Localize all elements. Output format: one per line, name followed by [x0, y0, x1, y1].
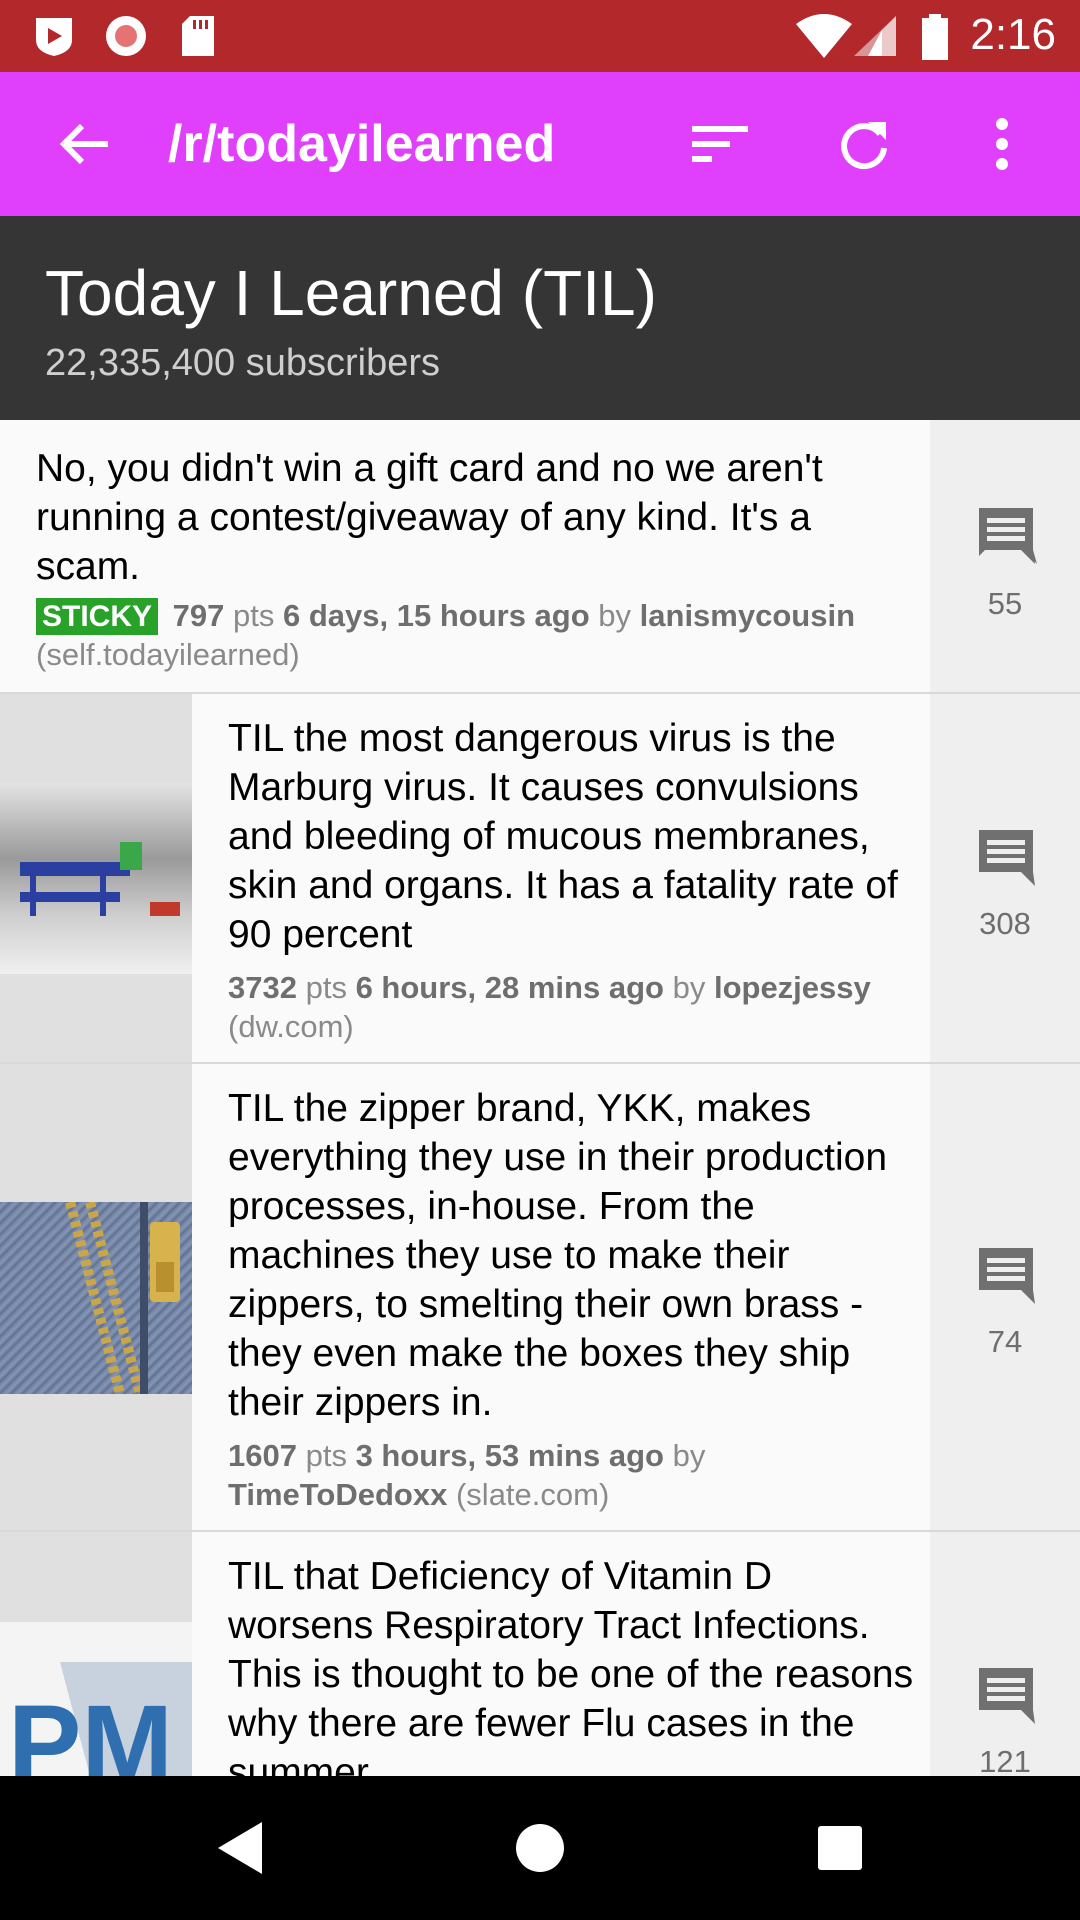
wifi-icon [796, 14, 852, 58]
post-title: TIL the zipper brand, YKK, makes everyth… [228, 1087, 888, 1424]
post-item[interactable]: TIL the most dangerous virus is the Marb… [0, 694, 1080, 1064]
post-domain: (self.todayilearned) [36, 637, 300, 672]
lab-equipment-image [20, 842, 180, 916]
overflow-menu-icon [996, 118, 1008, 170]
subreddit-header: Today I Learned (TIL) 22,335,400 subscri… [0, 216, 1080, 420]
battery-icon [922, 14, 948, 60]
comments-button[interactable]: 55 [930, 420, 1080, 692]
post-meta: 3732 pts 6 hours, 28 mins ago by lopezje… [228, 968, 918, 1046]
play-shield-icon [36, 18, 72, 56]
post-author[interactable]: TimeToDedoxx [228, 1477, 447, 1512]
comment-count: 121 [979, 1744, 1031, 1776]
post-points: 797 [172, 598, 225, 633]
post-points: 3732 [228, 970, 297, 1005]
post-author[interactable]: lopezjessy [714, 970, 871, 1005]
post-points: 1607 [228, 1438, 297, 1473]
sticky-badge: STICKY [36, 598, 159, 635]
thumbnail-column [0, 1064, 192, 1530]
post-title: No, you didn't win a gift card and no we… [36, 447, 823, 588]
pts-label: pts [233, 598, 275, 633]
by-label: by [598, 598, 632, 633]
pts-label: pts [305, 970, 347, 1005]
post-thumbnail[interactable] [0, 782, 192, 974]
nav-recents-button[interactable] [804, 1812, 876, 1884]
refresh-icon [841, 122, 887, 170]
subreddit-name: Today I Learned (TIL) [45, 257, 657, 329]
comment-icon [979, 1248, 1035, 1304]
post-domain: (dw.com) [228, 1009, 354, 1044]
home-circle-icon [516, 1824, 564, 1872]
nav-back-button[interactable] [204, 1812, 276, 1884]
comments-button[interactable]: 308 [930, 694, 1080, 1062]
post-domain: (slate.com) [455, 1477, 610, 1512]
pm-logo-text: PM [8, 1683, 173, 1776]
post-thumbnail[interactable] [0, 1202, 192, 1394]
app-bar: /r/todayilearned [0, 72, 1080, 216]
post-body[interactable]: No, you didn't win a gift card and no we… [0, 420, 930, 692]
pts-label: pts [305, 1438, 347, 1473]
status-bar: 2:16 [0, 0, 1080, 72]
signal-icon [854, 16, 896, 56]
sd-card-icon [182, 16, 214, 56]
sort-icon [692, 126, 748, 162]
record-icon [106, 16, 146, 56]
comment-icon [979, 830, 1035, 886]
subscriber-count: 22,335,400 subscribers [45, 342, 441, 384]
comment-icon [979, 1668, 1035, 1724]
refresh-button[interactable] [828, 108, 900, 180]
post-age: 3 hours, 53 mins ago [355, 1438, 664, 1473]
comment-icon [979, 508, 1037, 564]
post-meta: STICKY 797 pts 6 days, 15 hours ago by l… [36, 596, 916, 674]
pm-logo-image: PM [8, 1662, 192, 1776]
overflow-menu-button[interactable] [966, 108, 1038, 180]
post-author[interactable]: lanismycousin [640, 598, 855, 633]
comments-button[interactable]: 121 [930, 1532, 1080, 1776]
clock-time: 2:16 [970, 10, 1056, 59]
comment-count: 55 [987, 586, 1023, 621]
post-thumbnail[interactable]: PM [0, 1622, 192, 1776]
comments-button[interactable]: 74 [930, 1064, 1080, 1530]
post-body[interactable]: TIL the most dangerous virus is the Marb… [192, 694, 930, 1062]
sort-button[interactable] [684, 108, 756, 180]
nav-home-button[interactable] [504, 1812, 576, 1884]
back-arrow-icon [59, 123, 108, 165]
zipper-image [65, 1202, 180, 1394]
post-title: TIL that Deficiency of Vitamin D worsens… [228, 1555, 914, 1776]
back-triangle-icon [218, 1822, 262, 1874]
back-button[interactable] [48, 108, 120, 180]
recents-square-icon [818, 1826, 862, 1870]
post-body[interactable]: TIL the zipper brand, YKK, makes everyth… [192, 1064, 930, 1530]
system-nav-bar [0, 1776, 1080, 1920]
thumbnail-column: PM [0, 1532, 192, 1776]
post-body[interactable]: TIL that Deficiency of Vitamin D worsens… [192, 1532, 930, 1776]
comment-count: 308 [979, 906, 1031, 941]
thumbnail-column [0, 694, 192, 1062]
post-age: 6 days, 15 hours ago [282, 598, 590, 633]
by-label: by [672, 1438, 706, 1473]
post-title: TIL the most dangerous virus is the Marb… [228, 717, 898, 956]
post-item[interactable]: PM TIL that Deficiency of Vitamin D wors… [0, 1532, 1080, 1776]
post-meta: 1607 pts 3 hours, 53 mins ago by TimeToD… [228, 1436, 918, 1514]
by-label: by [672, 970, 706, 1005]
post-item[interactable]: No, you didn't win a gift card and no we… [0, 420, 1080, 694]
post-item[interactable]: TIL the zipper brand, YKK, makes everyth… [0, 1064, 1080, 1532]
post-age: 6 hours, 28 mins ago [355, 970, 664, 1005]
app-bar-title: /r/todayilearned [168, 115, 556, 173]
comment-count: 74 [987, 1324, 1023, 1359]
